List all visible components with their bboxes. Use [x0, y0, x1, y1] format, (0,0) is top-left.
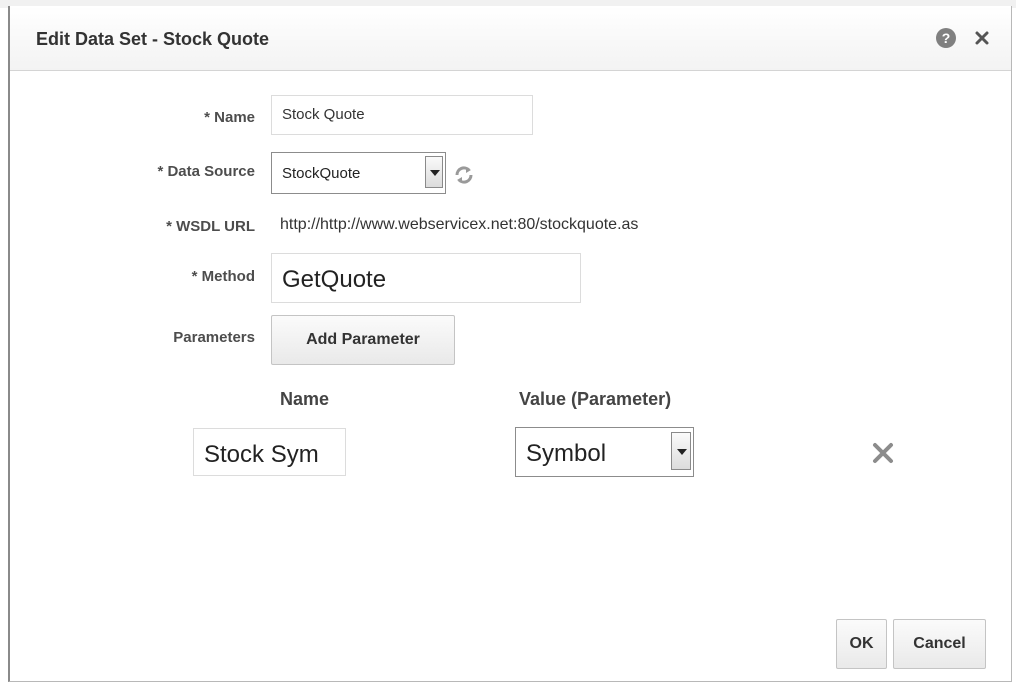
cancel-button[interactable]: Cancel: [893, 619, 986, 669]
chevron-down-icon: [430, 170, 440, 176]
column-header-name: Name: [280, 389, 330, 409]
refresh-icon[interactable]: [453, 164, 475, 186]
wsdl-url-value: http://http://www.webservicex.net:80/sto…: [280, 216, 639, 233]
ok-button[interactable]: OK: [836, 619, 887, 669]
edit-data-set-dialog: Edit Data Set - Stock Quote ? * Name Sto…: [8, 6, 1012, 682]
data-source-select[interactable]: StockQuote: [271, 152, 446, 194]
dropdown-button[interactable]: [425, 156, 443, 188]
required-marker: *: [157, 163, 164, 180]
method-input[interactable]: GetQuote: [271, 253, 581, 303]
required-marker: *: [166, 218, 172, 235]
wsdl-url-label: * WSDL URL: [166, 218, 255, 235]
parameter-name-input[interactable]: Stock Sym: [193, 428, 346, 476]
help-icon[interactable]: ?: [936, 28, 956, 48]
dialog-title: Edit Data Set - Stock Quote: [36, 29, 270, 49]
data-source-label-text: Data Source: [167, 163, 255, 180]
data-source-label: * Data Source: [157, 163, 255, 180]
required-marker: *: [204, 109, 210, 126]
data-source-value: StockQuote: [282, 165, 361, 182]
name-label: * Name: [204, 109, 255, 126]
parameters-label: Parameters: [173, 329, 255, 346]
add-parameter-button[interactable]: Add Parameter: [271, 315, 455, 365]
dialog-titlebar: Edit Data Set - Stock Quote ?: [10, 6, 1011, 71]
parameter-value: Symbol: [526, 440, 607, 467]
delete-parameter-icon[interactable]: [872, 442, 894, 464]
wsdl-url-label-text: WSDL URL: [176, 218, 255, 235]
chevron-down-icon: [677, 449, 687, 455]
required-marker: *: [191, 268, 198, 285]
name-input[interactable]: Stock Quote: [271, 95, 533, 135]
parameter-value-select[interactable]: Symbol: [515, 427, 694, 477]
column-header-value: Value (Parameter): [519, 389, 672, 409]
method-label-text: Method: [201, 268, 255, 285]
close-icon[interactable]: [974, 30, 990, 46]
name-label-text: Name: [214, 109, 255, 126]
dropdown-button[interactable]: [671, 432, 691, 470]
method-label: * Method: [192, 268, 255, 285]
